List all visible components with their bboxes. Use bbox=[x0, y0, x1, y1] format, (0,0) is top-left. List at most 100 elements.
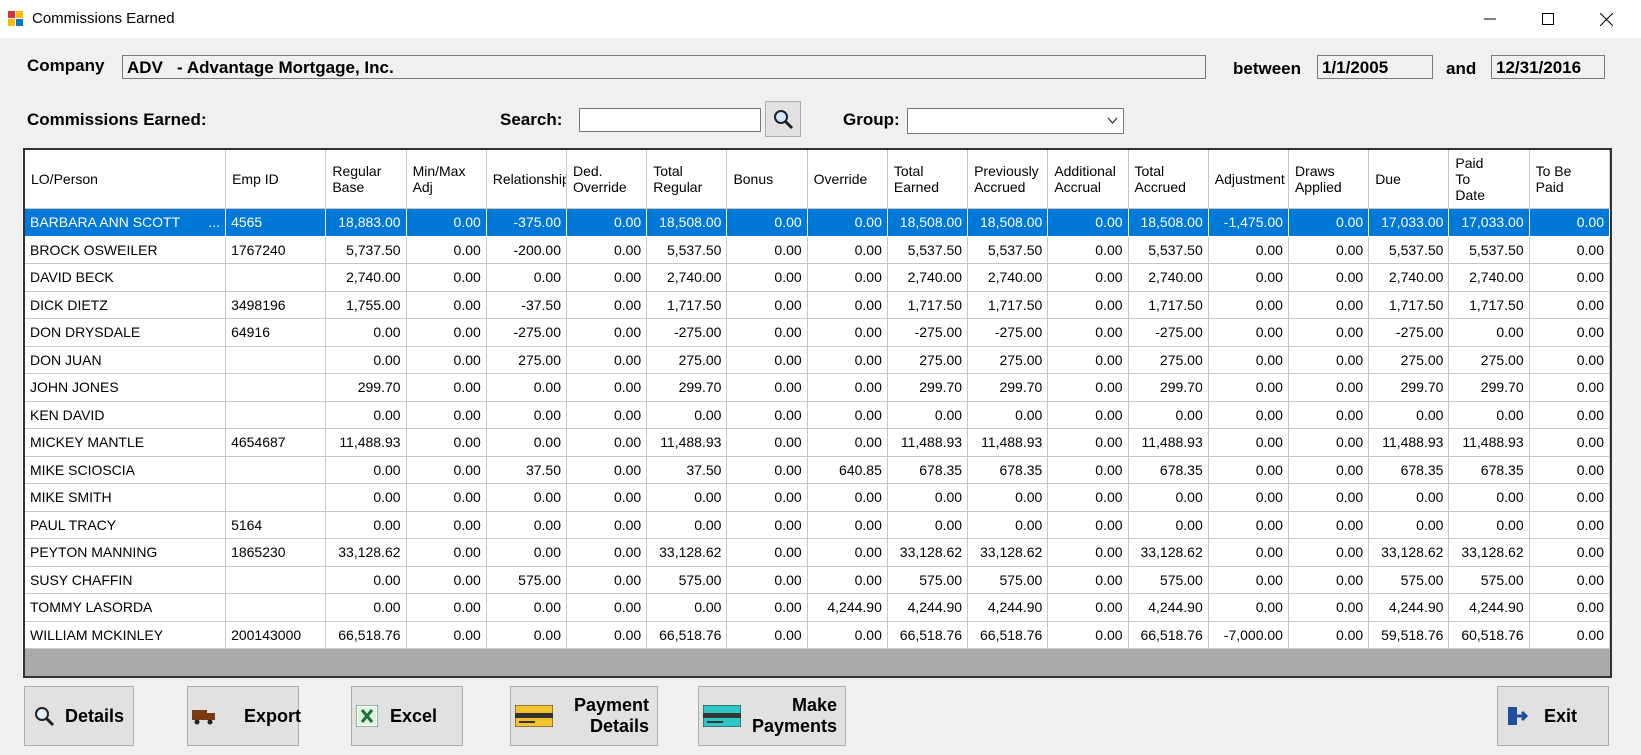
amount-cell[interactable]: 0.00 bbox=[726, 318, 808, 347]
amount-cell[interactable]: 0.00 bbox=[1128, 401, 1209, 429]
amount-cell[interactable]: 0.00 bbox=[646, 483, 728, 512]
amount-cell[interactable]: 575.00 bbox=[967, 566, 1049, 594]
amount-cell[interactable]: 0.00 bbox=[325, 346, 407, 374]
emp-id-cell[interactable] bbox=[225, 456, 327, 484]
amount-cell[interactable]: 0.00 bbox=[1529, 566, 1610, 594]
emp-id-cell[interactable]: 1767240 bbox=[225, 236, 327, 264]
column-header[interactable]: Additional Accrual bbox=[1047, 150, 1129, 209]
amount-cell[interactable]: 0.00 bbox=[1288, 236, 1370, 264]
amount-cell[interactable]: 33,128.62 bbox=[1368, 538, 1450, 567]
amount-cell[interactable]: 0.00 bbox=[807, 566, 888, 594]
amount-cell[interactable]: -275.00 bbox=[1368, 318, 1450, 347]
cell-ellipsis[interactable]: ... bbox=[208, 214, 220, 230]
emp-id-cell[interactable]: 3498196 bbox=[225, 291, 327, 319]
amount-cell[interactable]: 0.00 bbox=[406, 208, 487, 237]
amount-cell[interactable]: 66,518.76 bbox=[646, 621, 728, 649]
amount-cell[interactable]: 0.00 bbox=[1288, 291, 1370, 319]
person-cell[interactable]: WILLIAM MCKINLEY bbox=[25, 621, 227, 649]
amount-cell[interactable]: 0.00 bbox=[1448, 318, 1530, 347]
amount-cell[interactable]: 59,518.76 bbox=[1368, 621, 1450, 649]
amount-cell[interactable]: 2,740.00 bbox=[1128, 263, 1209, 292]
amount-cell[interactable]: 0.00 bbox=[566, 373, 648, 402]
amount-cell[interactable]: 0.00 bbox=[1529, 511, 1610, 539]
column-header[interactable]: Adjustment bbox=[1208, 150, 1289, 209]
amount-cell[interactable]: 17,033.00 bbox=[1368, 208, 1450, 237]
column-header[interactable]: Bonus bbox=[726, 150, 808, 209]
person-cell[interactable]: MIKE SCIOSCIA bbox=[25, 456, 227, 484]
column-header[interactable]: Relationship bbox=[486, 150, 568, 209]
amount-cell[interactable]: 299.70 bbox=[325, 373, 407, 402]
amount-cell[interactable]: 0.00 bbox=[406, 483, 487, 512]
amount-cell[interactable]: 0.00 bbox=[1208, 566, 1289, 594]
amount-cell[interactable]: 0.00 bbox=[325, 318, 407, 347]
amount-cell[interactable]: 0.00 bbox=[807, 318, 888, 347]
table-row[interactable]: WILLIAM MCKINLEY 200143000 66,518.76 0.00 0.… bbox=[25, 621, 1610, 649]
table-row[interactable]: TOMMY LASORDA 0.00 0.00 0.00 0.00 0.00 0.00 4,2… bbox=[25, 593, 1610, 622]
amount-cell[interactable]: 0.00 bbox=[1288, 318, 1370, 347]
amount-cell[interactable]: 11,488.93 bbox=[325, 428, 407, 457]
amount-cell[interactable]: -275.00 bbox=[887, 318, 969, 347]
amount-cell[interactable]: 0.00 bbox=[1529, 318, 1610, 347]
amount-cell[interactable]: 299.70 bbox=[1128, 373, 1209, 402]
amount-cell[interactable]: 0.00 bbox=[566, 291, 648, 319]
amount-cell[interactable]: 0.00 bbox=[566, 456, 648, 484]
amount-cell[interactable]: 33,128.62 bbox=[887, 538, 969, 567]
person-cell[interactable]: KEN DAVID bbox=[25, 401, 227, 429]
amount-cell[interactable]: 275.00 bbox=[967, 346, 1049, 374]
amount-cell[interactable]: -275.00 bbox=[646, 318, 728, 347]
amount-cell[interactable]: 0.00 bbox=[807, 291, 888, 319]
amount-cell[interactable]: 5,537.50 bbox=[967, 236, 1049, 264]
table-row[interactable]: MIKE SCIOSCIA 0.00 0.00 37.50 0.00 37.50 0.00 6… bbox=[25, 456, 1610, 484]
table-row[interactable]: PAUL TRACY 5164 0.00 0.00 0.00 0.00 0.00 0.00 0.… bbox=[25, 511, 1610, 539]
amount-cell[interactable]: 0.00 bbox=[726, 566, 808, 594]
amount-cell[interactable]: -200.00 bbox=[486, 236, 568, 264]
amount-cell[interactable]: 575.00 bbox=[486, 566, 568, 594]
amount-cell[interactable]: 0.00 bbox=[1529, 291, 1610, 319]
amount-cell[interactable]: 1,717.50 bbox=[967, 291, 1049, 319]
column-header[interactable]: LO/Person bbox=[25, 150, 227, 209]
amount-cell[interactable]: 0.00 bbox=[406, 318, 487, 347]
end-date-field[interactable]: 12/31/2016 bbox=[1491, 55, 1605, 79]
amount-cell[interactable]: 0.00 bbox=[1047, 456, 1129, 484]
amount-cell[interactable]: -275.00 bbox=[486, 318, 568, 347]
amount-cell[interactable]: 1,717.50 bbox=[1448, 291, 1530, 319]
amount-cell[interactable]: 0.00 bbox=[1368, 401, 1450, 429]
amount-cell[interactable]: 4,244.90 bbox=[807, 593, 888, 622]
amount-cell[interactable]: 11,488.93 bbox=[1368, 428, 1450, 457]
amount-cell[interactable]: 0.00 bbox=[726, 373, 808, 402]
amount-cell[interactable]: 0.00 bbox=[406, 538, 487, 567]
amount-cell[interactable]: 0.00 bbox=[1047, 291, 1129, 319]
amount-cell[interactable]: 0.00 bbox=[406, 291, 487, 319]
amount-cell[interactable]: 0.00 bbox=[486, 538, 568, 567]
amount-cell[interactable]: 37.50 bbox=[486, 456, 568, 484]
amount-cell[interactable]: 0.00 bbox=[1529, 428, 1610, 457]
amount-cell[interactable]: 0.00 bbox=[1128, 483, 1209, 512]
amount-cell[interactable]: 0.00 bbox=[566, 511, 648, 539]
amount-cell[interactable]: 4,244.90 bbox=[1448, 593, 1530, 622]
close-button[interactable] bbox=[1578, 0, 1634, 38]
amount-cell[interactable]: 0.00 bbox=[646, 593, 728, 622]
amount-cell[interactable]: 11,488.93 bbox=[967, 428, 1049, 457]
amount-cell[interactable]: 0.00 bbox=[1529, 456, 1610, 484]
amount-cell[interactable]: 0.00 bbox=[807, 428, 888, 457]
amount-cell[interactable]: 678.35 bbox=[1128, 456, 1209, 484]
column-header[interactable]: Due bbox=[1368, 150, 1450, 209]
amount-cell[interactable]: 1,755.00 bbox=[325, 291, 407, 319]
person-cell[interactable]: DON DRYSDALE bbox=[25, 318, 227, 347]
amount-cell[interactable]: 0.00 bbox=[1208, 263, 1289, 292]
amount-cell[interactable]: 0.00 bbox=[1529, 621, 1610, 649]
column-header[interactable]: Draws Applied bbox=[1288, 150, 1370, 209]
amount-cell[interactable]: 299.70 bbox=[887, 373, 969, 402]
amount-cell[interactable]: 66,518.76 bbox=[1128, 621, 1209, 649]
amount-cell[interactable]: 18,508.00 bbox=[967, 208, 1049, 237]
amount-cell[interactable]: 0.00 bbox=[566, 236, 648, 264]
amount-cell[interactable]: 0.00 bbox=[807, 263, 888, 292]
amount-cell[interactable]: 0.00 bbox=[1288, 428, 1370, 457]
amount-cell[interactable]: 4,244.90 bbox=[967, 593, 1049, 622]
amount-cell[interactable]: 0.00 bbox=[887, 483, 969, 512]
amount-cell[interactable]: 2,740.00 bbox=[967, 263, 1049, 292]
emp-id-cell[interactable] bbox=[225, 483, 327, 512]
amount-cell[interactable]: 575.00 bbox=[1368, 566, 1450, 594]
amount-cell[interactable]: 0.00 bbox=[1208, 401, 1289, 429]
amount-cell[interactable]: 60,518.76 bbox=[1448, 621, 1530, 649]
